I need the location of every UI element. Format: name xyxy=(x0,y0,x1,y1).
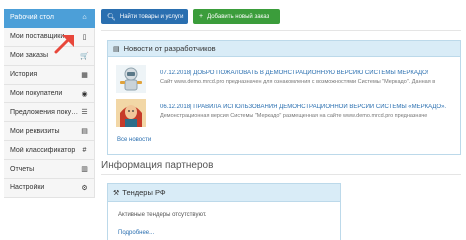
search-products-button[interactable]: 🔍︎ Найти товары и услуги xyxy=(101,9,188,24)
news-item-title[interactable]: 06.12.2018| ПРАВИЛА ИСПОЛЬЗОВАНИЯ ДЕМОНС… xyxy=(160,104,460,110)
gears-icon: ⚙ xyxy=(81,184,88,192)
divider xyxy=(101,174,461,175)
search-products-label: Найти товары и услуги xyxy=(119,13,184,20)
pointer-arrow-icon xyxy=(54,35,74,54)
news-panel: ▤ Новости от разработчиков 07.12.2018| Д… xyxy=(107,40,461,155)
news-item: 06.12.2018| ПРАВИЛА ИСПОЛЬЗОВАНИЯ ДЕМОНС… xyxy=(116,99,456,129)
sidebar-item-label: Мои покупатели xyxy=(10,90,63,97)
sidebar: Рабочий стол ⌂ Мои поставщики ▯ Мои зака… xyxy=(4,9,95,198)
search-icon: 🔍︎ xyxy=(107,13,116,21)
news-item: 07.12.2018| ДОБРО ПОЖАЛОВАТЬ В ДЕМОНСТРА… xyxy=(116,65,456,95)
add-order-label: Добавить новый заказ xyxy=(207,13,270,20)
plus-icon: + xyxy=(199,13,204,20)
sidebar-item-label: Отчеты xyxy=(10,165,35,173)
document-icon: ▯ xyxy=(82,33,87,41)
partners-title: Информация партнеров xyxy=(101,160,214,171)
news-thumbnail xyxy=(116,99,146,127)
sidebar-item-orders[interactable]: Мои заказы 🛒 xyxy=(4,46,95,66)
report-icon: ▥ xyxy=(81,166,88,174)
tenders-more-link[interactable]: Подробнее... xyxy=(118,230,154,236)
list-icon: ☰ xyxy=(81,109,88,117)
sidebar-item-label: Мои заказы xyxy=(10,52,49,60)
sidebar-item-settings[interactable]: Настройки ⚙ xyxy=(4,179,95,198)
sidebar-item-offers[interactable]: Предложения покуп... ☰ xyxy=(4,103,95,123)
home-icon: ⌂ xyxy=(82,14,87,22)
sidebar-item-buyers[interactable]: Мои покупатели ◉ xyxy=(4,84,95,104)
hash-icon: # xyxy=(82,146,87,154)
news-thumbnail xyxy=(116,65,146,93)
gavel-icon: ⚒ xyxy=(113,189,120,197)
tenders-panel-header: ⚒ Тендеры РФ xyxy=(108,184,340,202)
sidebar-item-label: Настройки xyxy=(10,184,45,192)
sidebar-item-suppliers[interactable]: Мои поставщики ▯ xyxy=(4,27,95,47)
tenders-empty-text: Активные тендеры отсутствуют. xyxy=(118,212,207,218)
news-item-title[interactable]: 07.12.2018| ДОБРО ПОЖАЛОВАТЬ В ДЕМОНСТРА… xyxy=(160,70,460,76)
sidebar-item-requisites[interactable]: Мои реквизиты ▤ xyxy=(4,122,95,142)
divider xyxy=(101,30,461,31)
news-panel-header: ▤ Новости от разработчиков xyxy=(108,41,460,57)
all-news-link[interactable]: Все новости xyxy=(117,137,151,143)
sidebar-item-label: История xyxy=(10,71,38,79)
sidebar-item-dashboard[interactable]: Рабочий стол ⌂ xyxy=(4,9,95,28)
add-order-button[interactable]: + Добавить новый заказ xyxy=(193,9,280,24)
sidebar-item-label: Мой классификатор xyxy=(10,146,76,154)
sidebar-item-label: Мои реквизиты xyxy=(10,127,60,135)
sidebar-item-label: Предложения покуп... xyxy=(10,108,81,116)
eye-icon: ◉ xyxy=(81,90,88,98)
news-panel-title: Новости от разработчиков xyxy=(123,44,216,53)
sidebar-item-reports[interactable]: Отчеты ▥ xyxy=(4,160,95,180)
calendar-icon: ▦ xyxy=(81,71,88,79)
tenders-panel: ⚒ Тендеры РФ Активные тендеры отсутствую… xyxy=(107,183,341,240)
sidebar-item-label: Рабочий стол xyxy=(10,14,54,22)
sidebar-item-classifier[interactable]: Мой классификатор # xyxy=(4,141,95,161)
news-item-description: Сайт www.demo.mrcd.pro предназначен для … xyxy=(160,79,436,85)
sidebar-item-history[interactable]: История ▦ xyxy=(4,65,95,85)
id-card-icon: ▤ xyxy=(81,128,88,136)
cart-icon: 🛒 xyxy=(80,52,89,60)
tenders-panel-title: Тендеры РФ xyxy=(122,188,166,197)
newspaper-icon: ▤ xyxy=(113,45,120,53)
news-item-description: Демонстрационная версия Системы "Меркадо… xyxy=(160,113,428,119)
